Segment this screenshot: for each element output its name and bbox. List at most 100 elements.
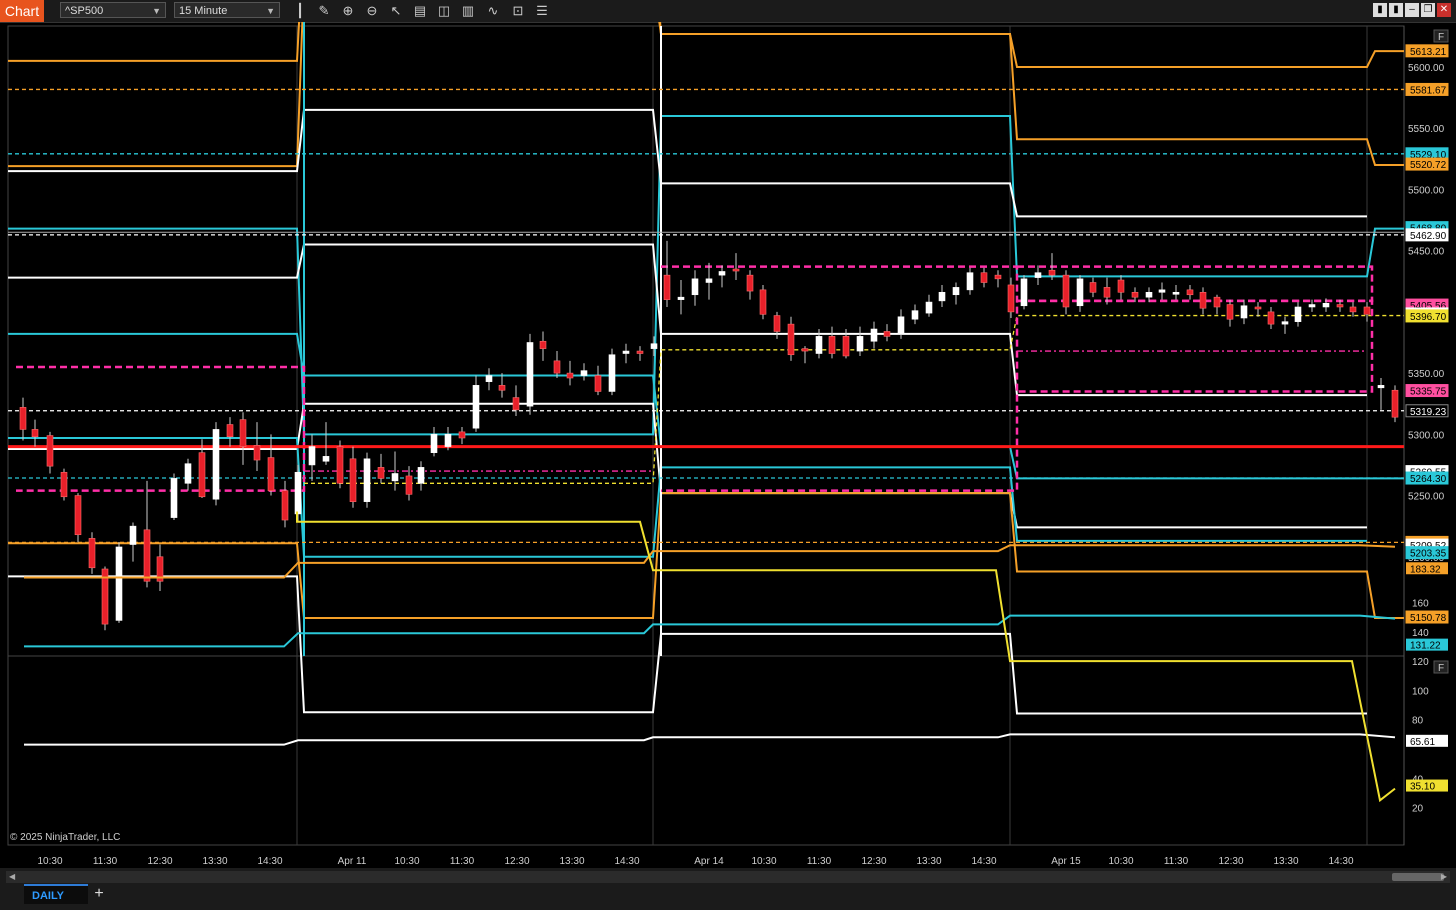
candle-body [60,471,68,498]
copyright-notice: © 2025 NinjaTrader, LLC [10,832,120,843]
price-axis-tick: 5250.00 [1408,492,1445,503]
candle-body [732,268,740,272]
minimize-icon[interactable]: – [1405,3,1419,17]
indicator-axis-tick: 20 [1412,804,1424,815]
window-tile-icon[interactable]: ▮ [1373,3,1387,17]
price-axis-tick: 5600.00 [1408,63,1445,74]
candle-body [1020,278,1028,307]
chart-area[interactable]: 5600.00 5550.00 5500.00 5450.00 5350.00 5300.… [0,22,1456,868]
candle-body [650,343,658,349]
pointer-icon[interactable]: ↖ [387,2,405,20]
scroll-thumb[interactable] [1392,873,1444,881]
indicators-icon[interactable]: ∿ [484,2,502,20]
candle-body [691,278,699,296]
candle-body [184,463,192,484]
bar-chart-icon[interactable]: ▥ [459,2,477,20]
candle-body [444,434,452,447]
time-axis-tick: 10:30 [751,856,776,867]
candle-body [226,424,234,438]
candle-body [938,291,946,302]
scroll-right-icon[interactable]: ▶ [1441,871,1447,883]
tab-daily[interactable]: DAILY [24,884,88,904]
chart-window-label[interactable]: Chart [0,0,44,22]
indicator-axis-tick: 100 [1412,686,1429,697]
time-axis-tick: 11:30 [93,856,118,867]
candle-body [1294,306,1302,322]
time-axis-tick: 10:30 [1108,856,1133,867]
candle-body [1076,278,1084,307]
scroll-left-icon[interactable]: ◀ [9,871,15,883]
candle-body [1007,284,1015,313]
candle-body [759,289,767,315]
time-axis-tick: 14:30 [971,856,996,867]
window-tile-icon[interactable]: ▮ [1389,3,1403,17]
title-bar: Chart ^SP500 ▼ 15 Minute ▼ ┃ ✎ ⊕ ⊖ ↖ ▤ ◫… [0,0,1456,23]
candle-body [526,342,534,407]
strategies-icon[interactable]: ⊡ [509,2,527,20]
candle-body [980,272,988,283]
price-axis-tick: 5550.00 [1408,124,1445,135]
candle-body [1117,279,1125,293]
candle-body [1034,272,1042,278]
candle-body [870,328,878,342]
drawing-tools-icon[interactable]: ✎ [315,2,333,20]
time-axis-tick: 13:30 [559,856,584,867]
candle-body [485,375,493,382]
candle-body [1226,304,1234,320]
indicator-axis-tick: 160 [1412,598,1429,609]
candle-body [1281,321,1289,325]
candle-body [498,385,506,391]
candle-body [1186,289,1194,296]
candle-body [1377,385,1385,389]
templates-icon[interactable]: ☰ [533,2,551,20]
time-axis-tick: 10:30 [37,856,62,867]
candle-body [925,301,933,314]
candle-body [594,375,602,392]
candle-body [417,467,425,484]
candle-body [636,350,644,354]
interval-selector[interactable]: 15 Minute ▼ [174,2,280,18]
instrument-selector[interactable]: ^SP500 ▼ [60,2,166,18]
candle-body [1349,306,1357,313]
bar-style-icon[interactable]: ┃ [291,2,309,20]
candle-body [1240,305,1248,319]
zoom-out-icon[interactable]: ⊖ [363,2,381,20]
zoom-in-icon[interactable]: ⊕ [339,2,357,20]
indicator-tag-label: 131.22 [1410,641,1441,652]
candle-body [1089,282,1097,293]
horizontal-scrollbar[interactable]: ◀ ▶ [6,871,1450,883]
candle-body [1363,306,1371,315]
candle-body [308,446,316,466]
indicator-axis-tick: 80 [1412,716,1424,727]
candle-body [677,296,685,300]
price-tag-label: 5462.90 [1410,231,1447,242]
interval-value: 15 Minute [179,5,228,17]
candle-body [363,458,371,502]
candle-body [1267,311,1275,325]
instrument-value: ^SP500 [65,5,104,17]
candle-body [705,278,713,283]
chart-properties-icon[interactable]: ◫ [435,2,453,20]
candle-body [1213,296,1221,308]
candle-body [539,340,547,349]
candle-body [74,495,82,536]
time-axis-tick: 12:30 [1218,856,1243,867]
candle-body [377,467,385,479]
maximize-icon[interactable]: ❐ [1421,3,1435,17]
time-axis-tick: 12:30 [504,856,529,867]
candle-body [897,316,905,335]
price-axis-tick: 5350.00 [1408,369,1445,380]
candle-body [88,538,96,569]
candle-body [773,315,781,332]
time-axis-tick: 11:30 [450,856,475,867]
candle-body [787,323,795,356]
candle-body [1048,269,1056,276]
candle-body [1103,287,1111,298]
candle-body [349,458,357,502]
time-axis-tick: 13:30 [916,856,941,867]
data-box-icon[interactable]: ▤ [411,2,429,20]
add-tab-button[interactable]: + [92,884,106,904]
candle-body [239,419,247,447]
price-axis-tick: 5300.00 [1408,430,1445,441]
close-icon[interactable]: ✕ [1437,3,1451,17]
